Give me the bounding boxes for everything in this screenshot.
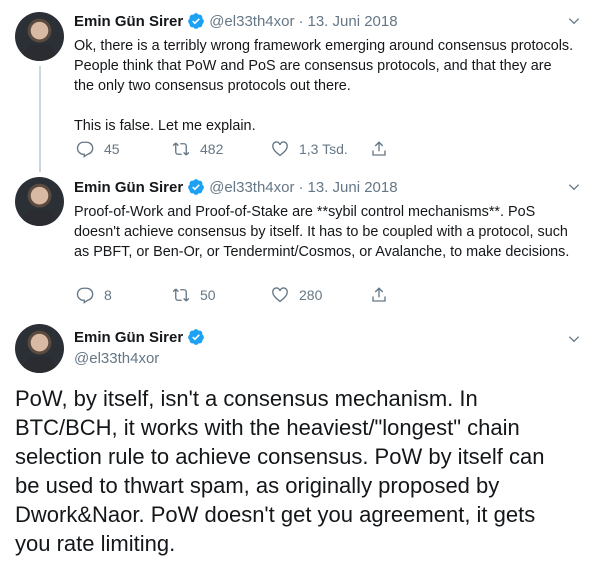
tweet-text: Proof-of-Work and Proof-of-Stake are **s… [74,204,570,260]
tweet-2[interactable]: Emin Gün Sirer @el33th4xor · 13. Juni 20… [0,172,598,316]
reply-count: 45 [104,141,120,157]
tweet-text: Ok, there is a terribly wrong framework … [74,38,574,134]
like-count: 280 [299,287,323,303]
timestamp[interactable]: 13. Juni 2018 [307,13,397,30]
chevron-down-icon[interactable] [567,180,581,194]
tweet-header: Emin Gün Sirer @el33th4xor · 13. Juni 20… [74,177,398,197]
handle[interactable]: @el33th4xor [209,13,294,30]
handle[interactable]: @el33th4xor [74,350,159,367]
tweet-actions: 8 50 280 [74,284,404,306]
retweet-button[interactable]: 50 [172,284,216,306]
chevron-down-icon[interactable] [567,332,581,346]
timestamp[interactable]: 13. Juni 2018 [307,179,397,196]
display-name[interactable]: Emin Gün Sirer [74,329,183,346]
display-name[interactable]: Emin Gün Sirer [74,179,183,196]
retweet-count: 482 [200,141,224,157]
share-button[interactable] [370,138,398,160]
like-icon [272,141,288,157]
display-name[interactable]: Emin Gün Sirer [74,13,183,30]
verified-icon [187,328,205,346]
reply-button[interactable]: 8 [76,284,112,306]
handle[interactable]: @el33th4xor [209,179,294,196]
verified-icon [187,178,205,196]
retweet-icon [172,288,190,302]
reply-button[interactable]: 45 [76,138,120,160]
thread-line [39,66,41,172]
display-name-row: Emin Gün Sirer [74,328,205,346]
like-icon [272,287,288,303]
retweet-icon [172,142,190,156]
like-count: 1,3 Tsd. [299,141,348,157]
share-icon [372,141,386,156]
tweet-1[interactable]: Emin Gün Sirer @el33th4xor · 13. Juni 20… [0,0,598,172]
share-button[interactable] [370,284,398,306]
separator: · [298,178,304,196]
reply-icon [76,287,94,304]
like-button[interactable]: 280 [271,284,322,306]
chevron-down-icon[interactable] [567,14,581,28]
main-tweet: Emin Gün Sirer @el33th4xor PoW, by itsel… [0,318,598,567]
like-button[interactable]: 1,3 Tsd. [271,138,348,160]
retweet-count: 50 [200,287,216,303]
reply-count: 8 [104,287,112,303]
retweet-button[interactable]: 482 [172,138,223,160]
reply-icon [76,141,94,158]
tweet-header: Emin Gün Sirer @el33th4xor · 13. Juni 20… [74,11,398,31]
tweet-text: PoW, by itself, isn't a consensus mechan… [15,386,545,556]
tweet-actions: 45 482 1,3 Tsd. [74,138,404,160]
avatar[interactable] [15,177,64,226]
separator: · [298,12,304,30]
verified-icon [187,12,205,30]
avatar[interactable] [15,324,64,373]
avatar[interactable] [15,12,64,61]
share-icon [372,287,386,302]
